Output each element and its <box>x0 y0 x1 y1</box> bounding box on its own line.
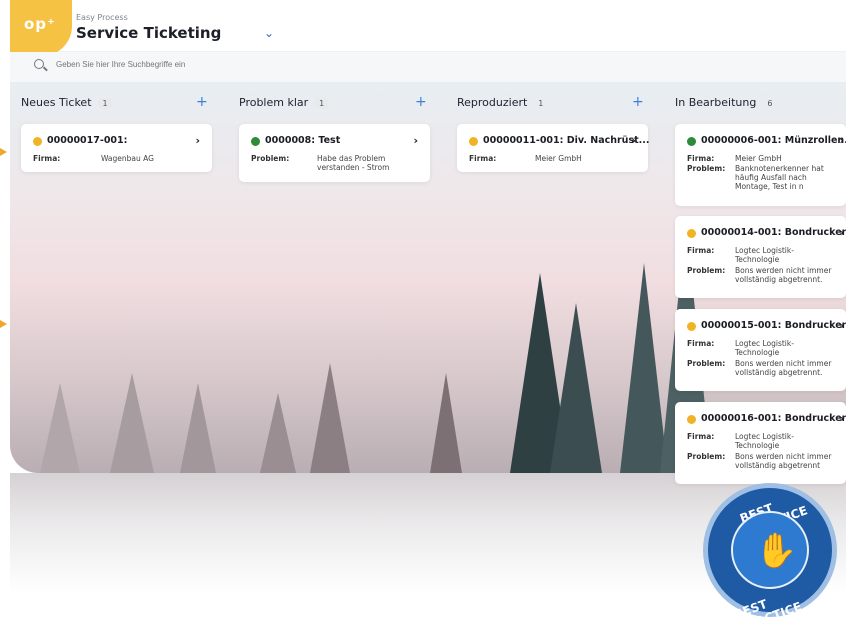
field-label: Firma: <box>687 432 715 441</box>
marker-arrow-icon <box>0 320 7 328</box>
field-value: Bons werden nicht immer vollständig abge… <box>735 359 832 377</box>
field-label: Problem: <box>687 266 726 275</box>
status-dot <box>687 322 696 331</box>
field-value: Bons werden nicht immer vollständig abge… <box>735 452 832 470</box>
field-label: Problem: <box>687 452 726 461</box>
chevron-right-icon[interactable]: › <box>839 412 844 425</box>
chevron-down-icon[interactable]: ⌄ <box>264 26 274 40</box>
column-count: 1 <box>538 99 544 108</box>
chevron-right-icon[interactable]: › <box>839 134 844 147</box>
field-value: Logtec Logistik-Technologie <box>735 432 794 450</box>
app-title[interactable]: Service Ticketing <box>76 24 221 42</box>
app-subtitle: Easy Process <box>76 13 128 22</box>
ticket-title: 00000014-001: Bondrucker <box>701 227 846 238</box>
best-practice-badge: BEST PRACTICE ✋ BEST PRACTICE <box>703 483 837 635</box>
column-header-neues-ticket: Neues Ticket 1 <box>21 96 113 109</box>
column-count: 1 <box>314 98 330 109</box>
chevron-right-icon[interactable]: › <box>631 134 636 147</box>
search-icon <box>34 59 44 69</box>
field-label: Problem: <box>251 154 290 163</box>
field-value: Bons werden nicht immer vollständig abge… <box>735 266 832 284</box>
ticket-title: 0000008: Test <box>265 135 341 146</box>
status-dot <box>251 137 260 146</box>
field-label: Problem: <box>687 359 726 368</box>
search-bar <box>10 52 846 82</box>
chevron-right-icon[interactable]: › <box>195 134 200 147</box>
field-label: Firma: <box>469 154 497 163</box>
status-dot <box>33 137 42 146</box>
field-value: Meier GmbH <box>535 154 582 163</box>
app-header: op⁺ Easy Process Service Ticketing ⌄ <box>10 0 846 56</box>
field-label: Problem: <box>687 164 726 173</box>
field-value: Logtec Logistik-Technologie <box>735 246 794 264</box>
app-logo: op⁺ <box>10 0 72 56</box>
column-count: 1 <box>97 98 113 109</box>
ticket-title: 00000006-001: Münzrollen... <box>701 135 846 146</box>
ticket-card[interactable]: 0000008: Test › Problem: Habe das Proble… <box>239 124 430 182</box>
field-value: Logtec Logistik-Technologie <box>735 339 794 357</box>
field-value: Banknotenerkenner hat häufig Ausfall nac… <box>735 164 824 191</box>
ticket-card[interactable]: 00000014-001: Bondrucker › Firma: Logtec… <box>675 216 846 298</box>
ticket-card[interactable]: 00000017-001: › Firma: Wagenbau AG <box>21 124 212 172</box>
add-ticket-button[interactable]: + <box>415 94 427 110</box>
chevron-right-icon[interactable]: › <box>413 134 418 147</box>
thumbs-up-icon: ✋ <box>755 531 798 571</box>
field-label: Firma: <box>33 154 61 163</box>
field-label: Firma: <box>687 154 715 163</box>
status-dot <box>469 137 478 146</box>
ticket-card[interactable]: 00000006-001: Münzrollen... › Firma: Mei… <box>675 124 846 206</box>
ticket-card[interactable]: 00000016-001: Bondrucker › Firma: Logtec… <box>675 402 846 484</box>
ticket-title: 00000017-001: <box>47 135 128 146</box>
field-value: Wagenbau AG <box>101 154 154 163</box>
status-dot <box>687 229 696 238</box>
field-label: Firma: <box>687 246 715 255</box>
add-ticket-button[interactable]: + <box>196 94 208 110</box>
chevron-right-icon[interactable]: › <box>839 226 844 239</box>
ticket-title: 00000011-001: Div. Nachrüst... <box>483 135 650 146</box>
column-count: 6 <box>767 99 773 108</box>
status-dot <box>687 415 696 424</box>
chevron-right-icon[interactable]: › <box>839 319 844 332</box>
ticket-title: 00000015-001: Bondrucker <box>701 320 846 331</box>
search-input[interactable] <box>56 60 356 69</box>
field-value: Habe das Problem verstanden - Strom <box>317 154 390 172</box>
field-label: Firma: <box>687 339 715 348</box>
add-ticket-button[interactable]: + <box>632 94 644 110</box>
column-header-reproduziert: Reproduziert 1 <box>457 96 548 109</box>
status-dot <box>687 137 696 146</box>
field-value: Meier GmbH <box>735 154 782 163</box>
column-header-in-bearbeitung: In Bearbeitung 6 <box>675 96 777 109</box>
ticket-card[interactable]: 00000015-001: Bondrucker › Firma: Logtec… <box>675 309 846 391</box>
ticket-card[interactable]: 00000011-001: Div. Nachrüst... › Firma: … <box>457 124 650 172</box>
ticket-title: 00000016-001: Bondrucker <box>701 413 846 424</box>
marker-arrow-icon <box>0 148 7 156</box>
column-header-problem-klar: Problem klar 1 <box>239 96 330 109</box>
